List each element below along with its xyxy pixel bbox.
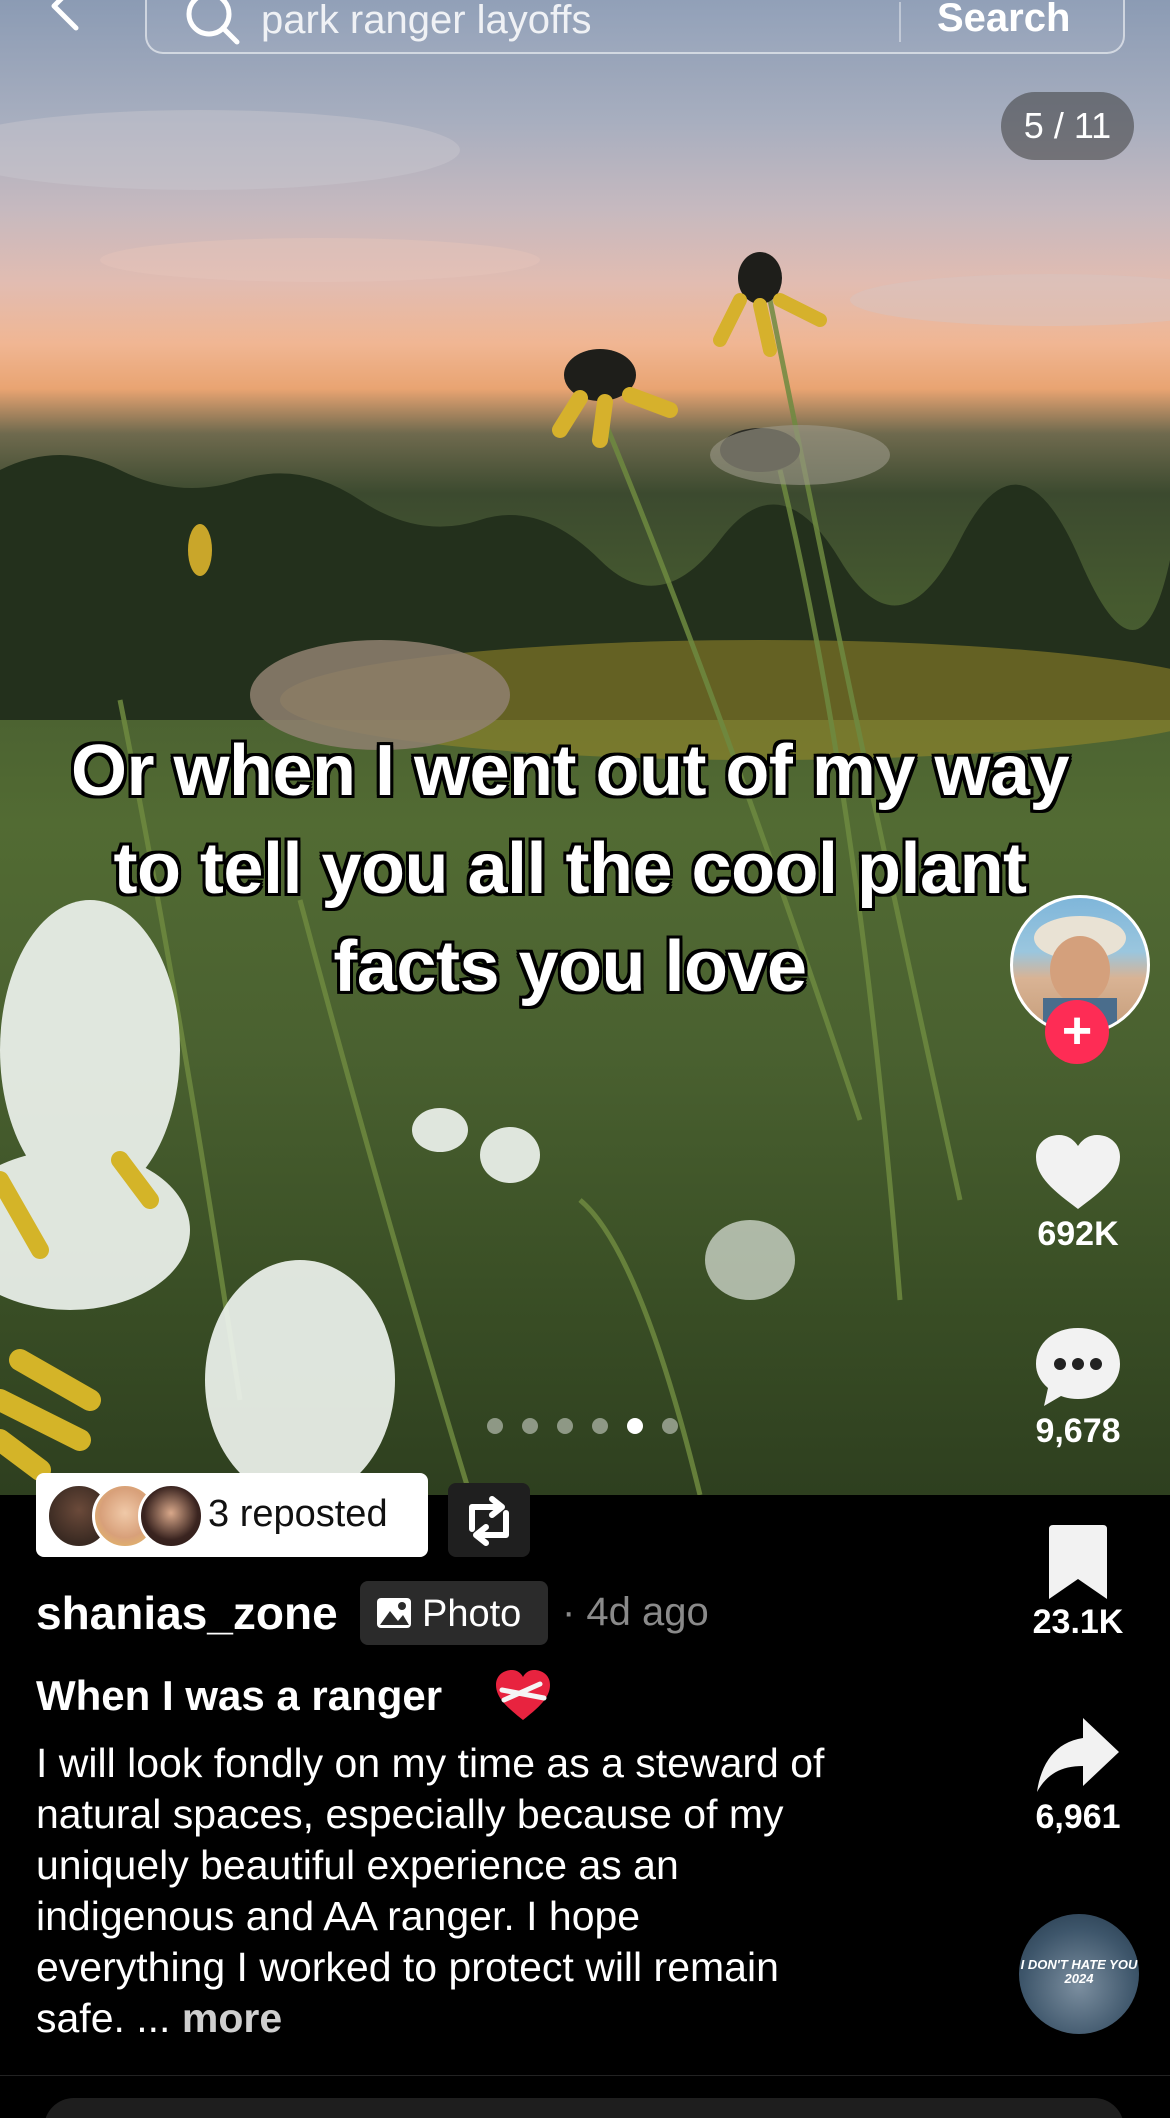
save-count: 23.1K — [1032, 1603, 1124, 1641]
comment-action[interactable]: 9,678 — [1000, 1326, 1156, 1451]
music-disc[interactable]: I DON'T HATE YOU 2024 — [1019, 1914, 1139, 2034]
photo-caption-overlay: Or when I went out of my way to tell you… — [70, 731, 1070, 1007]
carousel-dot — [487, 1418, 503, 1434]
post-time: · 4d ago — [562, 1590, 709, 1634]
photo-icon — [377, 1598, 411, 1628]
comment-bubble-icon — [1036, 1328, 1120, 1406]
post-description[interactable]: I will look fondly on my time as a stewa… — [36, 1738, 826, 2044]
share-count: 6,961 — [1035, 1798, 1121, 1836]
bottom-divider — [0, 2075, 1170, 2076]
photo-badge: Photo — [360, 1581, 548, 1645]
more-link[interactable]: more — [182, 1995, 282, 2041]
repost-icon — [469, 1496, 509, 1546]
heart-icon — [1036, 1135, 1120, 1209]
search-icon — [185, 0, 243, 54]
bookmark-icon — [1049, 1525, 1107, 1599]
search-query[interactable]: park ranger layoffs — [261, 0, 592, 43]
carousel-dot — [592, 1418, 608, 1434]
like-count: 692K — [1037, 1215, 1119, 1253]
save-action[interactable]: 23.1K — [1000, 1525, 1156, 1642]
back-arrow-icon[interactable] — [36, 0, 96, 42]
post-title: When I was a ranger — [36, 1672, 443, 1719]
post-description-text: I will look fondly on my time as a stewa… — [36, 1740, 825, 2041]
search-bar[interactable]: park ranger layoffs Search — [145, 0, 1125, 54]
share-arrow-icon — [1037, 1718, 1119, 1792]
comment-input-bar[interactable] — [44, 2098, 1124, 2118]
carousel-dot — [627, 1418, 643, 1434]
like-action[interactable]: 692K — [1000, 1133, 1156, 1254]
photo-carousel[interactable]: park ranger layoffs Search 5 / 11 Or whe… — [0, 0, 1170, 1495]
carousel-dot — [662, 1418, 678, 1434]
carousel-dot — [557, 1418, 573, 1434]
photo-badge-label: Photo — [422, 1593, 522, 1635]
music-disc-label: I DON'T HATE YOU 2024 — [1020, 1957, 1138, 1986]
reposter-avatar — [138, 1483, 204, 1549]
tiktok-photo-post-screen: park ranger layoffs Search 5 / 11 Or whe… — [0, 0, 1170, 2118]
carousel-dot — [522, 1418, 538, 1434]
comment-count: 9,678 — [1035, 1412, 1121, 1450]
reposted-label: 3 reposted — [208, 1493, 388, 1535]
reposted-pill[interactable]: 3 reposted — [36, 1473, 428, 1557]
mending-heart-icon — [496, 1670, 550, 1720]
carousel-dots — [487, 1418, 678, 1434]
search-divider — [899, 2, 901, 42]
repost-button[interactable] — [448, 1483, 530, 1557]
share-action[interactable]: 6,961 — [1000, 1716, 1156, 1837]
follow-plus-button[interactable]: + — [1045, 1000, 1109, 1064]
search-button[interactable]: Search — [937, 0, 1070, 41]
author-username[interactable]: shanias_zone — [36, 1586, 338, 1640]
page-counter: 5 / 11 — [1001, 92, 1134, 160]
